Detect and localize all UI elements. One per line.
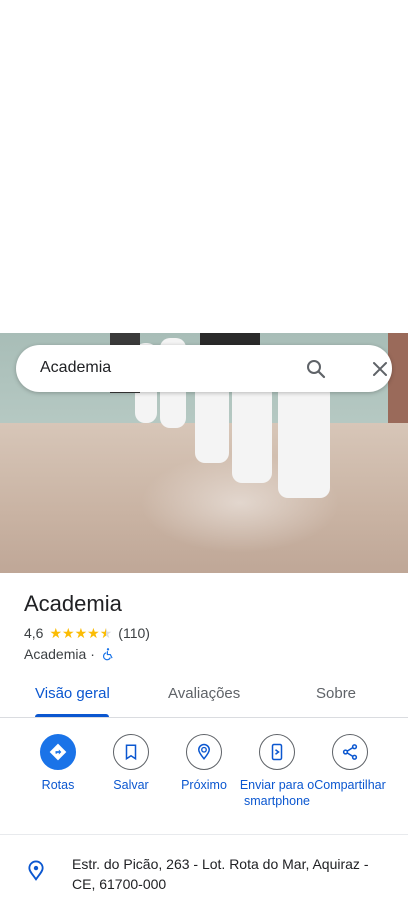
review-count[interactable]: (110) [118,625,150,641]
tab-reviews[interactable]: Avaliações [168,685,240,702]
send-to-phone-label: Enviar para o smartphone [239,778,315,808]
wheelchair-accessible-icon [102,648,113,661]
nearby-label: Próximo [181,778,227,792]
action-buttons: Rotas Salvar Próximo Enviar para o smart… [0,734,408,830]
rating-row[interactable]: 4,6 ★ ★ ★ ★ ★ (110) [24,625,150,641]
search-input[interactable]: Academia [40,359,111,377]
share-label: Compartilhar [314,778,386,792]
close-icon[interactable] [368,357,392,381]
directions-button[interactable]: Rotas [18,734,98,793]
tab-about[interactable]: Sobre [316,685,356,702]
search-bar[interactable]: Academia [16,345,392,392]
tab-overview[interactable]: Visão geral [35,685,110,702]
directions-icon [49,743,67,761]
star-icon: ★ [74,625,88,641]
half-star-icon: ★ [99,625,113,641]
search-icon[interactable] [304,357,328,381]
place-title: Academia [24,591,122,616]
directions-label: Rotas [41,778,75,792]
share-icon [342,744,358,760]
nearby-button[interactable]: Próximo [164,734,244,793]
star-icon: ★ [87,625,100,641]
bookmark-icon [125,744,137,761]
send-to-phone-button[interactable]: Enviar para o smartphone [237,734,317,809]
share-button[interactable]: Compartilhar [310,734,390,793]
star-icon: ★ [49,625,63,641]
divider [0,834,408,835]
map-area-blank[interactable] [0,0,408,333]
location-pin-icon [28,860,44,881]
category-label[interactable]: Academia [24,646,86,662]
save-button[interactable]: Salvar [91,734,171,793]
place-tabs: Visão geral Avaliações Sobre [0,670,408,718]
separator-dot: · [90,646,95,662]
nearby-icon [197,743,211,760]
star-icon: ★ [62,625,75,641]
rating-value: 4,6 [24,625,44,641]
address-text[interactable]: Estr. do Picão, 263 - Lot. Rota do Mar, … [72,854,392,894]
send-to-phone-icon [271,743,283,761]
rating-stars: ★ ★ ★ ★ ★ [49,626,112,640]
category-row: Academia · [24,646,115,662]
save-label: Salvar [113,778,149,792]
active-tab-indicator [35,714,109,717]
